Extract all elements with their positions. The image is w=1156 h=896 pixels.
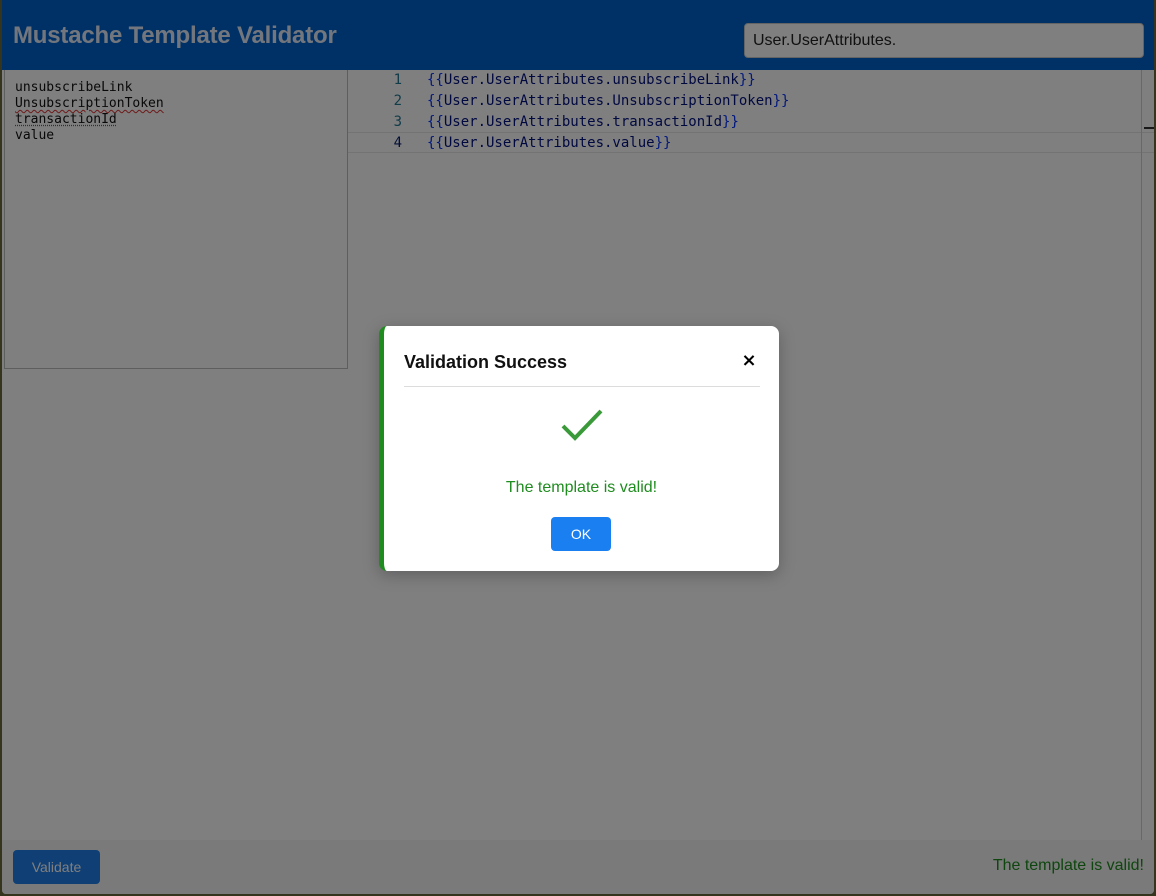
modal-message: The template is valid! <box>505 479 658 496</box>
checkmark-icon <box>561 409 603 441</box>
ok-button[interactable]: OK <box>551 517 611 551</box>
modal-title: Validation Success <box>404 352 568 372</box>
modal-divider <box>404 386 760 387</box>
validation-modal: Validation Success × The template is val… <box>379 326 779 571</box>
close-icon[interactable]: × <box>738 350 760 372</box>
